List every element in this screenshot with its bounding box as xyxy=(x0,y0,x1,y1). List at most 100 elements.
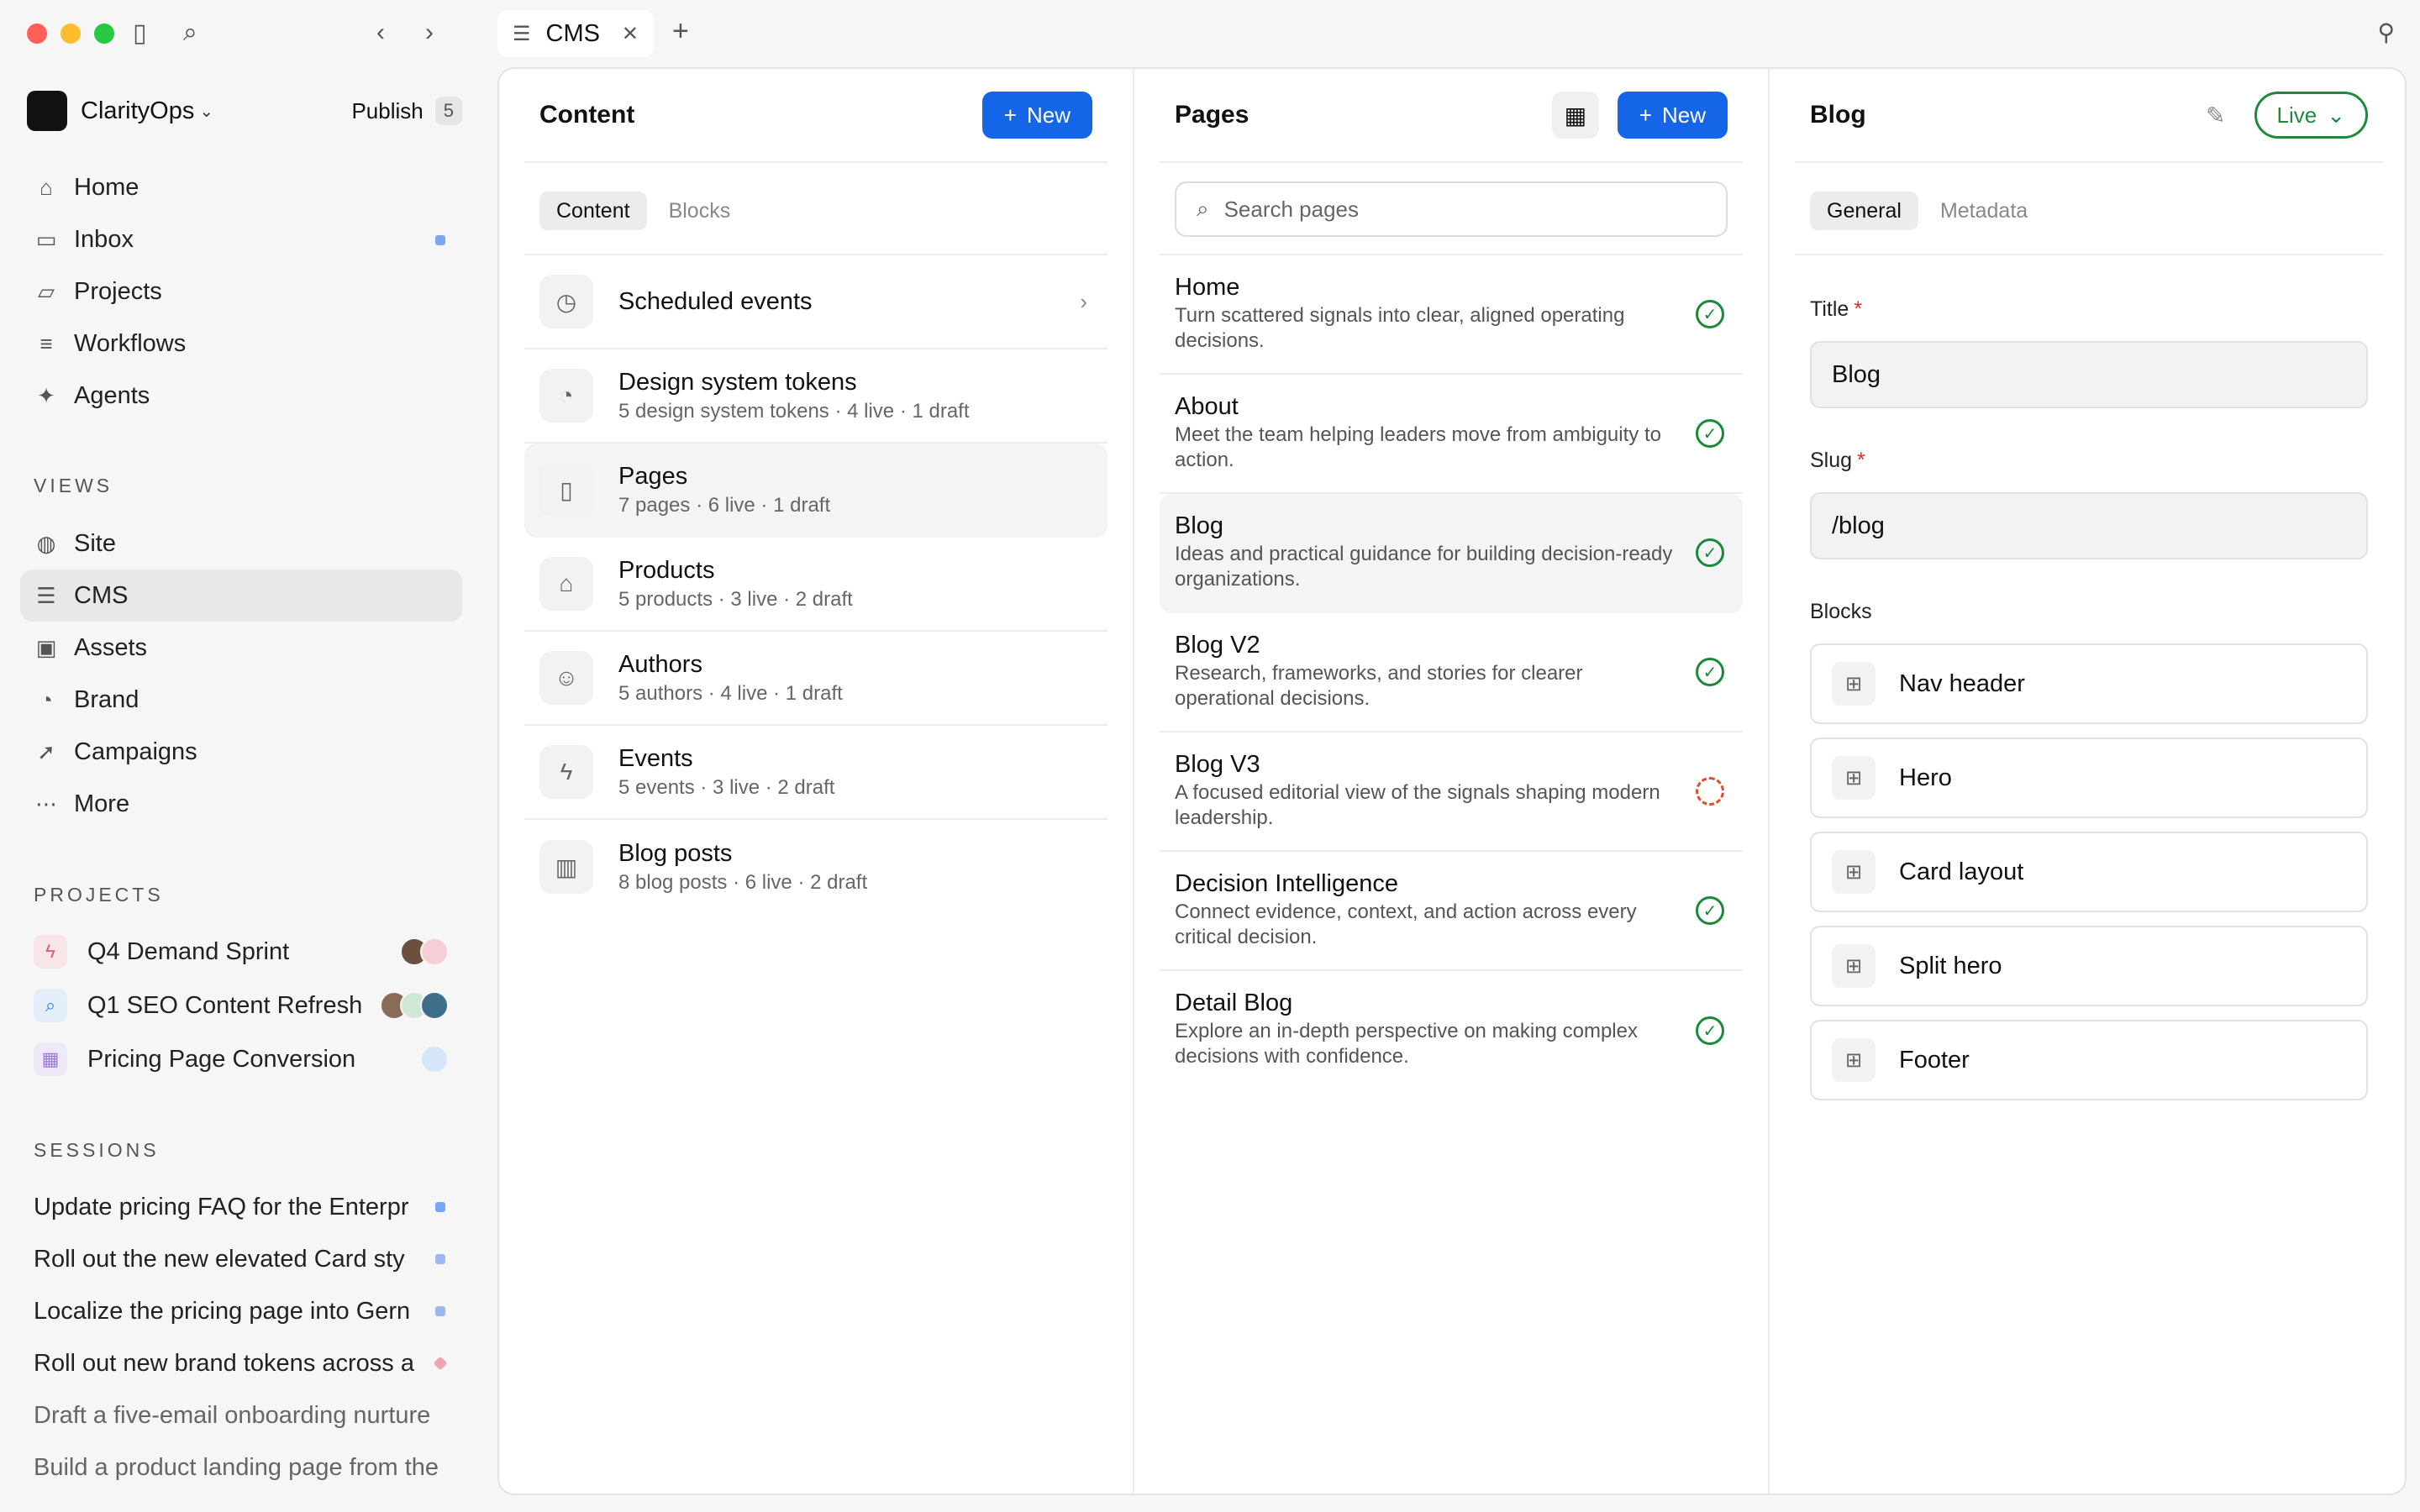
block-item[interactable]: ⊞ Card layout xyxy=(1810,832,2368,912)
content-item-scheduled-events[interactable]: ◷ Scheduled events › xyxy=(524,255,1107,349)
content-item-pages[interactable]: ▯ Pages 7 pages · 6 live · 1 draft xyxy=(524,444,1107,538)
session-item[interactable]: Draft a five-email onboarding nurture xyxy=(20,1389,462,1441)
folder-icon: ▱ xyxy=(38,278,55,304)
slug-input[interactable]: /blog xyxy=(1810,492,2368,559)
search-icon[interactable]: ⌕ xyxy=(183,18,197,47)
project-avatars xyxy=(380,991,449,1020)
session-item[interactable]: Localize the pricing page into Gern xyxy=(20,1285,462,1337)
publish-button[interactable]: Publish 5 xyxy=(351,97,462,125)
session-marker xyxy=(435,1202,445,1212)
plus-icon: + xyxy=(1003,102,1017,128)
more-icon: ⋯ xyxy=(35,790,57,816)
content-item-events[interactable]: ϟ Events 5 events · 3 live · 2 draft xyxy=(524,726,1107,820)
pencil-icon[interactable]: ✎ xyxy=(2206,102,2225,129)
block-icon: ⊞ xyxy=(1832,662,1876,706)
page-row-blog[interactable]: Blog Ideas and practical guidance for bu… xyxy=(1160,494,1743,613)
content-item-subtitle: 7 pages · 6 live · 1 draft xyxy=(618,493,831,517)
rocket-icon: ➚ xyxy=(37,738,55,764)
minimize-window-button[interactable] xyxy=(60,24,81,44)
publish-label: Publish xyxy=(351,97,424,123)
block-item[interactable]: ⊞ Split hero xyxy=(1810,926,2368,1006)
content-item-title: Blog posts xyxy=(618,839,733,867)
session-label: Draft a five-email onboarding nurture xyxy=(34,1401,431,1429)
detail-header: Blog ✎ Live ⌄ xyxy=(1810,69,2368,161)
nav-item-more[interactable]: ⋯ More xyxy=(20,778,462,830)
project-item[interactable]: ▦ Pricing Page Conversion xyxy=(20,1032,462,1086)
page-row-decision-intelligence[interactable]: Decision Intelligence Connect evidence, … xyxy=(1160,852,1743,971)
content-item-subtitle: 8 blog posts · 6 live · 2 draft xyxy=(618,870,868,894)
chevron-down-icon[interactable]: ⌄ xyxy=(199,101,213,122)
nav-item-agents[interactable]: ✦ Agents xyxy=(20,370,462,422)
page-row-home[interactable]: Home Turn scattered signals into clear, … xyxy=(1160,255,1743,375)
pin-icon[interactable]: ⚲ xyxy=(2377,18,2395,46)
page-row-detail-blog[interactable]: Detail Blog Explore an in-depth perspect… xyxy=(1160,971,1743,1090)
content-list: ◷ Scheduled events › ◔ Design system tok… xyxy=(524,255,1107,914)
nav-item-cms[interactable]: ☰ CMS xyxy=(20,570,462,622)
block-label: Hero xyxy=(1899,764,1952,791)
page-row-about[interactable]: About Meet the team helping leaders move… xyxy=(1160,375,1743,494)
content-tabs: Content Blocks xyxy=(539,192,747,230)
pages-column: Pages ▦ + New ⌕ Search pages Home Turn s… xyxy=(1134,69,1770,1494)
search-placeholder: Search pages xyxy=(1223,196,1360,222)
block-item[interactable]: ⊞ Nav header xyxy=(1810,643,2368,724)
tab-blocks[interactable]: Blocks xyxy=(652,192,748,230)
session-item[interactable]: Update pricing FAQ for the Enterpr xyxy=(20,1181,462,1233)
page-title: Blog xyxy=(1175,512,1224,539)
content-item-blog-posts[interactable]: ▥ Blog posts 8 blog posts · 6 live · 2 dr… xyxy=(524,820,1107,914)
draft-status-icon xyxy=(1696,777,1724,806)
workspace-logo[interactable] xyxy=(27,91,67,131)
title-input[interactable]: Blog xyxy=(1810,341,2368,408)
grid-view-button[interactable]: ▦ xyxy=(1551,92,1599,139)
nav-item-brand[interactable]: ◔ Brand xyxy=(20,674,462,726)
image-icon: ▣ xyxy=(35,634,57,660)
workspace-name[interactable]: ClarityOps xyxy=(81,97,194,125)
sidebar-toggle-icon[interactable]: ▯ xyxy=(133,18,147,48)
avatar xyxy=(420,937,449,966)
title-input-value: Blog xyxy=(1832,360,1881,388)
nav-item-inbox[interactable]: ▭ Inbox xyxy=(20,213,462,265)
new-content-button[interactable]: + New xyxy=(981,92,1092,139)
new-tab-icon[interactable]: + xyxy=(672,15,689,48)
session-item[interactable]: Roll out new brand tokens across a xyxy=(20,1337,462,1389)
sparkle-icon: ✦ xyxy=(37,382,55,408)
nav-item-assets[interactable]: ▣ Assets xyxy=(20,622,462,674)
content-item-authors[interactable]: ☺ Authors 5 authors · 4 live · 1 draft xyxy=(524,632,1107,726)
nav-item-campaigns[interactable]: ➚ Campaigns xyxy=(20,726,462,778)
close-window-button[interactable] xyxy=(27,24,47,44)
project-item[interactable]: ⌕ Q1 SEO Content Refresh xyxy=(20,979,462,1032)
block-item[interactable]: ⊞ Hero xyxy=(1810,738,2368,818)
bolt-icon: ϟ xyxy=(34,935,67,969)
session-item[interactable]: Roll out the new elevated Card sty xyxy=(20,1233,462,1285)
maximize-window-button[interactable] xyxy=(94,24,114,44)
pages-header: Pages ▦ + New xyxy=(1175,69,1728,161)
nav-item-label: Campaigns xyxy=(74,738,197,765)
back-arrow-icon[interactable]: ‹ xyxy=(376,18,385,47)
page-row-blog-v2[interactable]: Blog V2 Research, frameworks, and storie… xyxy=(1160,613,1743,732)
nav-item-projects[interactable]: ▱ Projects xyxy=(20,265,462,318)
content-item-title: Scheduled events xyxy=(618,287,813,315)
content-item-title: Pages xyxy=(618,462,688,490)
page-row-blog-v3[interactable]: Blog V3 A focused editorial view of the … xyxy=(1160,732,1743,852)
forward-arrow-icon[interactable]: › xyxy=(425,18,434,47)
nav-item-workflows[interactable]: ≡ Workflows xyxy=(20,318,462,370)
nav-item-home[interactable]: ⌂ Home xyxy=(20,161,462,213)
tab-cms[interactable]: ☰ CMS ✕ xyxy=(497,10,654,57)
block-item[interactable]: ⊞ Footer xyxy=(1810,1020,2368,1100)
search-pages-input[interactable]: ⌕ Search pages xyxy=(1175,181,1728,237)
slug-field-label: Slug * xyxy=(1810,449,1865,473)
close-icon[interactable]: ✕ xyxy=(622,22,639,46)
home-icon: ⌂ xyxy=(39,174,53,200)
status-dropdown[interactable]: Live ⌄ xyxy=(2254,92,2368,139)
tab-content[interactable]: Content xyxy=(539,192,647,230)
content-item-design-tokens[interactable]: ◔ Design system tokens 5 design system to… xyxy=(524,349,1107,444)
project-item[interactable]: ϟ Q4 Demand Sprint xyxy=(20,925,462,979)
tab-metadata[interactable]: Metadata xyxy=(1923,192,2044,230)
publish-count-badge: 5 xyxy=(434,97,462,125)
nav-item-site[interactable]: ◍ Site xyxy=(20,517,462,570)
sidebar: ▯ ⌕ ‹ › ClarityOps ⌄ Publish 5 ⌂ Home ▭ In… xyxy=(0,0,496,1512)
content-item-products[interactable]: ⌂ Products 5 products · 3 live · 2 draft xyxy=(524,538,1107,632)
session-item[interactable]: Build a product landing page from the xyxy=(20,1441,462,1494)
new-page-button[interactable]: + New xyxy=(1617,92,1728,139)
sessions-section-label: SESSIONS xyxy=(34,1139,160,1161)
tab-general[interactable]: General xyxy=(1810,192,1918,230)
